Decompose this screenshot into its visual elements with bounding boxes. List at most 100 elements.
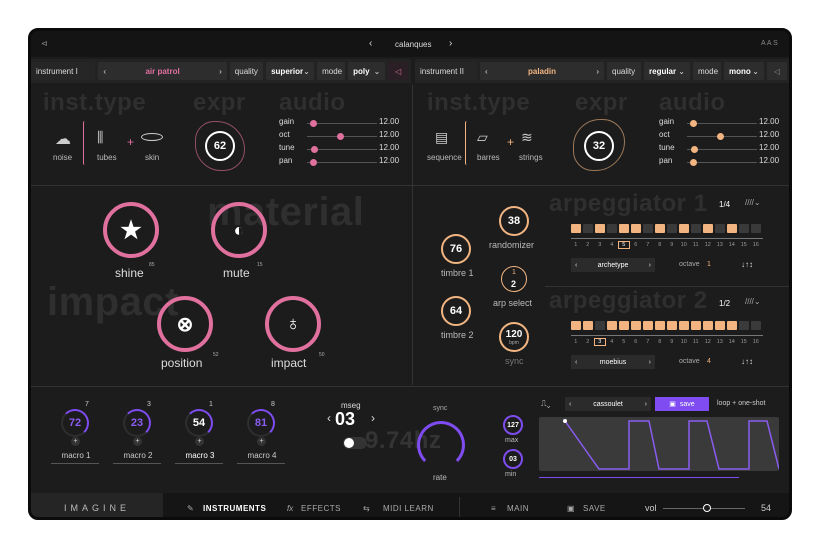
chevron-left-icon[interactable]: ‹ — [575, 262, 577, 269]
mseg-prev-button[interactable]: ‹ — [327, 411, 331, 425]
arp-step[interactable] — [595, 224, 605, 233]
rate-knob[interactable] — [417, 421, 465, 469]
arp-1-rate[interactable]: 1/4 — [719, 200, 730, 209]
arp-step[interactable] — [667, 321, 677, 330]
mseg-loop-mode[interactable]: loop + one-shot — [717, 400, 765, 407]
noise-icon[interactable]: ☁ — [55, 129, 71, 149]
instrument-2-power-button[interactable]: ◁ — [767, 62, 787, 80]
sync-label[interactable]: sync — [505, 356, 524, 366]
arp-step[interactable] — [715, 224, 725, 233]
arp-step[interactable] — [727, 224, 737, 233]
arp-step[interactable] — [571, 224, 581, 233]
chevron-left-icon[interactable]: ‹ — [103, 67, 106, 76]
mseg-sync-label[interactable]: sync — [433, 405, 447, 412]
arp-step[interactable] — [739, 224, 749, 233]
chevron-left-icon[interactable]: ‹ — [569, 401, 571, 408]
chevron-right-icon[interactable]: › — [649, 262, 651, 269]
audio-slider-thumb[interactable] — [716, 133, 724, 140]
arp-step[interactable] — [571, 321, 581, 330]
nav-save[interactable]: SAVE — [583, 504, 606, 513]
chevron-right-icon[interactable]: › — [645, 401, 647, 408]
arp-2-octave-value[interactable]: 4 — [707, 358, 711, 365]
expr-knob[interactable]: 32 — [584, 131, 614, 161]
arp-step[interactable] — [631, 321, 641, 330]
mute-knob[interactable]: ◐ — [211, 202, 267, 258]
nav-effects[interactable]: EFFECTS — [301, 504, 341, 513]
audio-slider-pan[interactable] — [307, 162, 377, 163]
chevron-left-icon[interactable]: ‹ — [485, 67, 488, 76]
skin-icon[interactable] — [141, 133, 163, 141]
instrument-1-preset-selector[interactable]: ‹ air patrol › — [98, 62, 227, 80]
arp-step[interactable] — [655, 224, 665, 233]
arp-2-pattern-select[interactable]: ‹ moebius › — [571, 355, 655, 369]
arp-step[interactable] — [583, 224, 593, 233]
arp-step[interactable] — [619, 321, 629, 330]
pattern-icon[interactable]: ////⌄ — [745, 198, 761, 207]
arp-1-octave-value[interactable]: 1 — [707, 261, 711, 268]
expr-knob[interactable]: 62 — [205, 131, 235, 161]
nav-midi-learn[interactable]: MIDI LEARN — [383, 504, 434, 513]
randomizer-knob[interactable]: 38 — [499, 206, 529, 236]
audio-slider-thumb[interactable] — [310, 159, 318, 166]
arp-step[interactable] — [583, 321, 593, 330]
arp-step[interactable] — [751, 224, 761, 233]
arp-step[interactable] — [643, 224, 653, 233]
chevron-right-icon[interactable]: › — [649, 359, 651, 366]
bpm-knob[interactable]: 120 bpm — [499, 322, 529, 352]
arp-step[interactable] — [691, 321, 701, 330]
preset-prev-button[interactable]: ‹ — [369, 38, 372, 49]
mseg-node[interactable] — [563, 419, 567, 423]
arp-step[interactable] — [679, 224, 689, 233]
arp-step[interactable] — [703, 224, 713, 233]
arp-2-rate[interactable]: 1/2 — [719, 299, 730, 308]
chevron-left-icon[interactable]: ‹ — [575, 359, 577, 366]
direction-icon[interactable]: ↓↑↕ — [741, 357, 753, 366]
chevron-right-icon[interactable]: › — [219, 67, 222, 76]
arp-step[interactable] — [739, 321, 749, 330]
instrument-2-preset-selector[interactable]: ‹ paladin › — [480, 62, 604, 80]
add-icon[interactable]: + — [71, 437, 80, 446]
arp-step[interactable] — [715, 321, 725, 330]
add-icon[interactable]: + — [257, 437, 266, 446]
arp-step[interactable] — [631, 224, 641, 233]
timbre-1-knob[interactable]: 76 — [441, 234, 471, 264]
arp-select-knob[interactable]: 1 2 — [501, 266, 527, 292]
waveform-shape-icon[interactable]: ⎍⌄ — [541, 399, 550, 409]
audio-slider-pan[interactable] — [687, 162, 757, 163]
arp-step[interactable] — [679, 321, 689, 330]
position-knob[interactable]: ⊗ — [157, 296, 213, 352]
audio-slider-thumb[interactable] — [336, 133, 344, 140]
instrument-1-quality-select[interactable]: superior ⌄ — [266, 62, 315, 80]
arp-step[interactable] — [595, 321, 605, 330]
preset-name[interactable]: calanques — [395, 40, 431, 49]
volume-slider-thumb[interactable] — [703, 504, 712, 512]
mseg-preset-select[interactable]: ‹ cassoulet › — [565, 397, 651, 411]
audio-slider-gain[interactable] — [307, 123, 377, 124]
arp-step[interactable] — [643, 321, 653, 330]
add-icon[interactable]: + — [195, 437, 204, 446]
nav-instruments[interactable]: INSTRUMENTS — [203, 504, 266, 513]
preset-next-button[interactable]: › — [449, 38, 452, 49]
macro-knob[interactable]: 54 — [185, 409, 213, 437]
arp-1-pattern-select[interactable]: ‹ archetype › — [571, 258, 655, 272]
audio-slider-thumb[interactable] — [690, 159, 698, 166]
audio-slider-thumb[interactable] — [690, 146, 698, 153]
menu-icon[interactable]: ⊲ — [41, 39, 48, 48]
chevron-right-icon[interactable]: › — [596, 67, 599, 76]
audio-slider-thumb[interactable] — [310, 120, 318, 127]
audio-slider-gain[interactable] — [687, 123, 757, 124]
audio-slider-thumb[interactable] — [690, 120, 698, 127]
audio-slider-thumb[interactable] — [310, 146, 318, 153]
arp-step[interactable] — [667, 224, 677, 233]
arp-step[interactable] — [655, 321, 665, 330]
shine-knob[interactable]: ★ — [103, 202, 159, 258]
macro-knob[interactable]: 72 — [61, 409, 89, 437]
macro-knob[interactable]: 81 — [247, 409, 275, 437]
mseg-next-button[interactable]: › — [371, 411, 375, 425]
instrument-2-quality-select[interactable]: regular ⌄ — [644, 62, 690, 80]
impact-knob[interactable]: ♁ — [265, 296, 321, 352]
instrument-1-mode-select[interactable]: poly ⌄ — [348, 62, 386, 80]
macro-knob[interactable]: 23 — [123, 409, 151, 437]
timbre-2-knob[interactable]: 64 — [441, 296, 471, 326]
arp-step[interactable] — [751, 321, 761, 330]
